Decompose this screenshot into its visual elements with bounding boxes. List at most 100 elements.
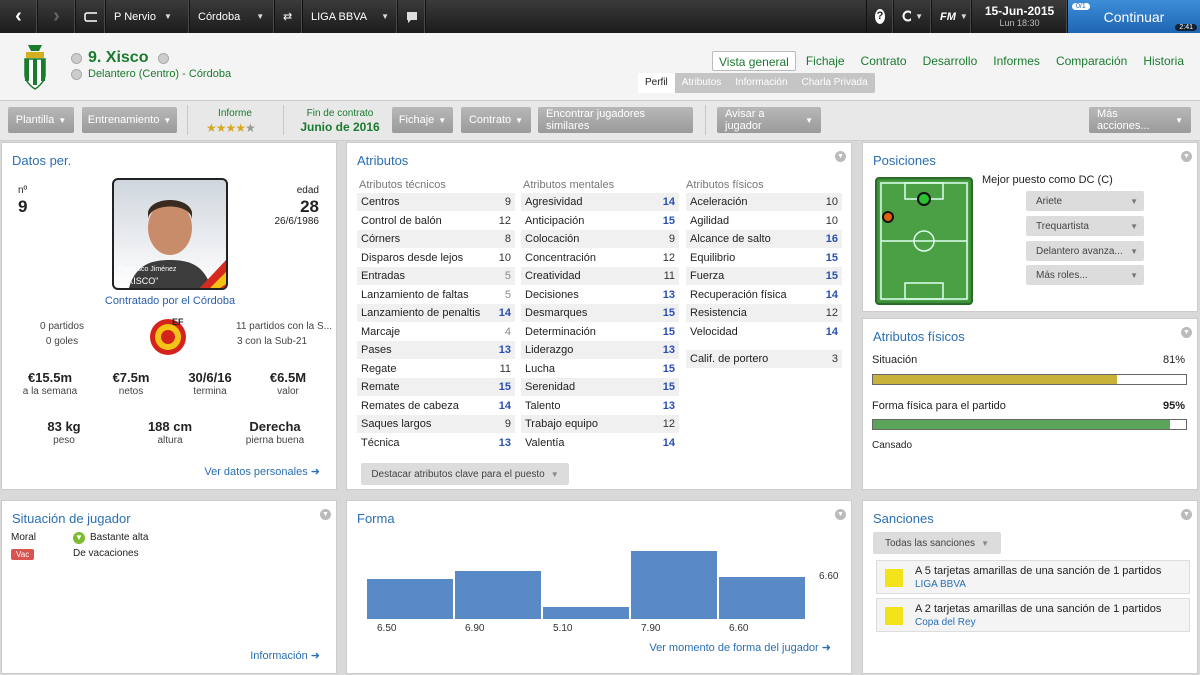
continue-badge: 0/1	[1072, 3, 1090, 10]
time-label: Lun 18:30	[999, 17, 1040, 28]
form-link[interactable]: Ver momento de forma del jugador ➜	[649, 641, 831, 654]
subtab-atributos[interactable]: Atributos	[675, 73, 728, 93]
highlight-key-attributes-button[interactable]: Destacar atributos clave para el puesto ▼	[361, 463, 569, 485]
attr-value: 8	[504, 233, 511, 245]
form-bar[interactable]	[543, 607, 629, 619]
tab-vista-general[interactable]: Vista general	[712, 51, 796, 71]
back-arrow-icon[interactable]: ‹	[0, 0, 38, 33]
tab-historia[interactable]: Historia	[1137, 51, 1190, 71]
form-bar[interactable]	[367, 579, 453, 619]
swap-icon[interactable]: ⇄	[275, 0, 303, 33]
attr-name: Anticipación	[525, 214, 585, 227]
contract-club-link[interactable]: Contratado por el Córdoba	[2, 295, 338, 307]
tab-fichaje[interactable]: Fichaje	[800, 51, 851, 71]
subtab-informacion[interactable]: Información	[728, 73, 794, 93]
divider	[283, 105, 284, 135]
avisar-button[interactable]: Avisar a jugador ▼	[717, 107, 821, 133]
attr-value: 9	[504, 418, 511, 430]
more-roles-dropdown[interactable]: Más roles... ▼	[1026, 265, 1144, 285]
vacation-badge: Vac	[11, 549, 35, 560]
subtab-charla-privada[interactable]: Charla Privada	[795, 73, 875, 93]
form-bar[interactable]	[455, 571, 541, 619]
role-delantero-avanzado-dropdown[interactable]: Delantero avanza... ▼	[1026, 241, 1144, 261]
panel-title: Posiciones	[873, 153, 936, 168]
attr-value: 13	[662, 344, 675, 356]
contrato-button[interactable]: Contrato ▼	[461, 107, 531, 133]
panel-options-icon[interactable]: ▼	[835, 151, 846, 162]
tab-informes[interactable]: Informes	[987, 51, 1046, 71]
condition-label: Situación	[872, 354, 918, 366]
similar-players-button[interactable]: Encontrar jugadores similares	[538, 107, 693, 133]
fichaje-button[interactable]: Fichaje ▼	[392, 107, 453, 133]
attr-row: Talento 13	[521, 396, 679, 415]
panel-options-icon[interactable]: ▼	[1181, 509, 1192, 520]
continue-button[interactable]: 0/1 Continuar 2:41	[1068, 0, 1200, 33]
chevron-down-icon: ▼	[381, 12, 389, 21]
tab-desarrollo[interactable]: Desarrollo	[917, 51, 984, 71]
attr-row: Desmarques 15	[521, 304, 679, 322]
match-fitness-bar	[872, 419, 1187, 430]
top-bar: ‹ › P Nervio ▼ Córdoba ▼ ⇄ LIGA BBVA ▼ ? ▼ …	[0, 0, 1200, 33]
attr-row: Remate 15	[357, 378, 515, 396]
attr-name: Aceleración	[690, 196, 748, 208]
tab-comparacion[interactable]: Comparación	[1050, 51, 1133, 71]
form-bar[interactable]	[719, 577, 805, 619]
panel-options-icon[interactable]: ▼	[320, 509, 331, 520]
forward-arrow-icon[interactable]: ›	[38, 0, 76, 33]
attr-row: Disparos desde lejos 10	[357, 248, 515, 267]
help-icon[interactable]: ?	[866, 0, 894, 33]
accomplished-position-marker	[882, 211, 894, 223]
information-link[interactable]: Información ➜	[250, 649, 320, 662]
subtab-perfil[interactable]: Perfil	[638, 73, 675, 93]
entrenamiento-button[interactable]: Entrenamiento ▼	[82, 107, 177, 133]
yellow-card-icon	[885, 569, 903, 587]
attr-row: Aceleración 10	[686, 193, 842, 211]
chat-icon[interactable]	[398, 0, 426, 33]
role-ariete-dropdown[interactable]: Ariete ▼	[1026, 191, 1144, 211]
chevron-down-icon: ▼	[163, 12, 172, 21]
tab-contrato[interactable]: Contrato	[855, 51, 913, 71]
attr-name: Entradas	[361, 270, 406, 282]
date-of-birth: 26/6/1986	[274, 216, 320, 227]
sanction-competition[interactable]: Copa del Rey	[915, 617, 976, 628]
game-date[interactable]: 15-Jun-2015 Lun 18:30	[972, 0, 1068, 33]
shirt-number: 9	[18, 197, 28, 216]
mas-acciones-button[interactable]: Más acciones... ▼	[1089, 107, 1191, 133]
form-bar-label: 6.90	[465, 623, 485, 634]
attr-name: Determinación	[525, 325, 596, 338]
club-menu[interactable]: Córdoba ▼	[190, 0, 275, 33]
sanction-competition[interactable]: LIGA BBVA	[915, 579, 966, 590]
attr-row: Determinación 15	[521, 322, 679, 341]
panel-title: Sanciones	[873, 511, 934, 526]
attr-row: Velocidad 14	[686, 322, 842, 341]
attr-value: 15	[825, 270, 838, 282]
attr-row: Trabajo equipo 12	[521, 415, 679, 433]
attr-name: Remate	[361, 381, 400, 393]
contrato-label: Contrato	[468, 114, 512, 126]
fm-logo: FM	[940, 10, 956, 23]
sanctions-filter-dropdown[interactable]: Todas las sanciones ▼	[873, 532, 1001, 554]
fm-menu[interactable]: FM ▼	[932, 0, 972, 33]
panel-options-icon[interactable]: ▼	[1181, 151, 1192, 162]
contract-end-label: Fin de contrato	[306, 108, 374, 119]
sanction-item[interactable]: A 5 tarjetas amarillas de una sanción de…	[876, 560, 1190, 594]
league-menu[interactable]: LIGA BBVA ▼	[303, 0, 398, 33]
attr-value: 13	[498, 436, 511, 449]
panel-options-icon[interactable]: ▼	[1181, 327, 1192, 338]
panel-options-icon[interactable]: ▼	[835, 509, 846, 520]
plantilla-button[interactable]: Plantilla ▼	[8, 107, 74, 133]
league-label: LIGA BBVA	[311, 10, 368, 23]
form-link-label: Ver momento de forma del jugador	[649, 642, 819, 654]
inbox-icon[interactable]	[76, 0, 106, 33]
search-icon[interactable]: ▼	[894, 0, 932, 33]
role-trequartista-dropdown[interactable]: Trequartista ▼	[1026, 216, 1144, 236]
form-bar[interactable]	[631, 551, 717, 619]
player-header: 9. Xisco Delantero (Centro) - Córdoba Vi…	[0, 33, 1200, 101]
personal-data-link[interactable]: Ver datos personales ➜	[204, 465, 320, 478]
contract-end-value: Junio de 2016	[300, 120, 380, 134]
sub-tabs: Perfil Atributos Información Charla Priv…	[638, 73, 875, 93]
arrow-right-icon: ➜	[821, 642, 831, 654]
attr-value: 13	[662, 399, 675, 412]
sanction-item[interactable]: A 2 tarjetas amarillas de una sanción de…	[876, 598, 1190, 632]
team-menu[interactable]: P Nervio ▼	[106, 0, 190, 33]
